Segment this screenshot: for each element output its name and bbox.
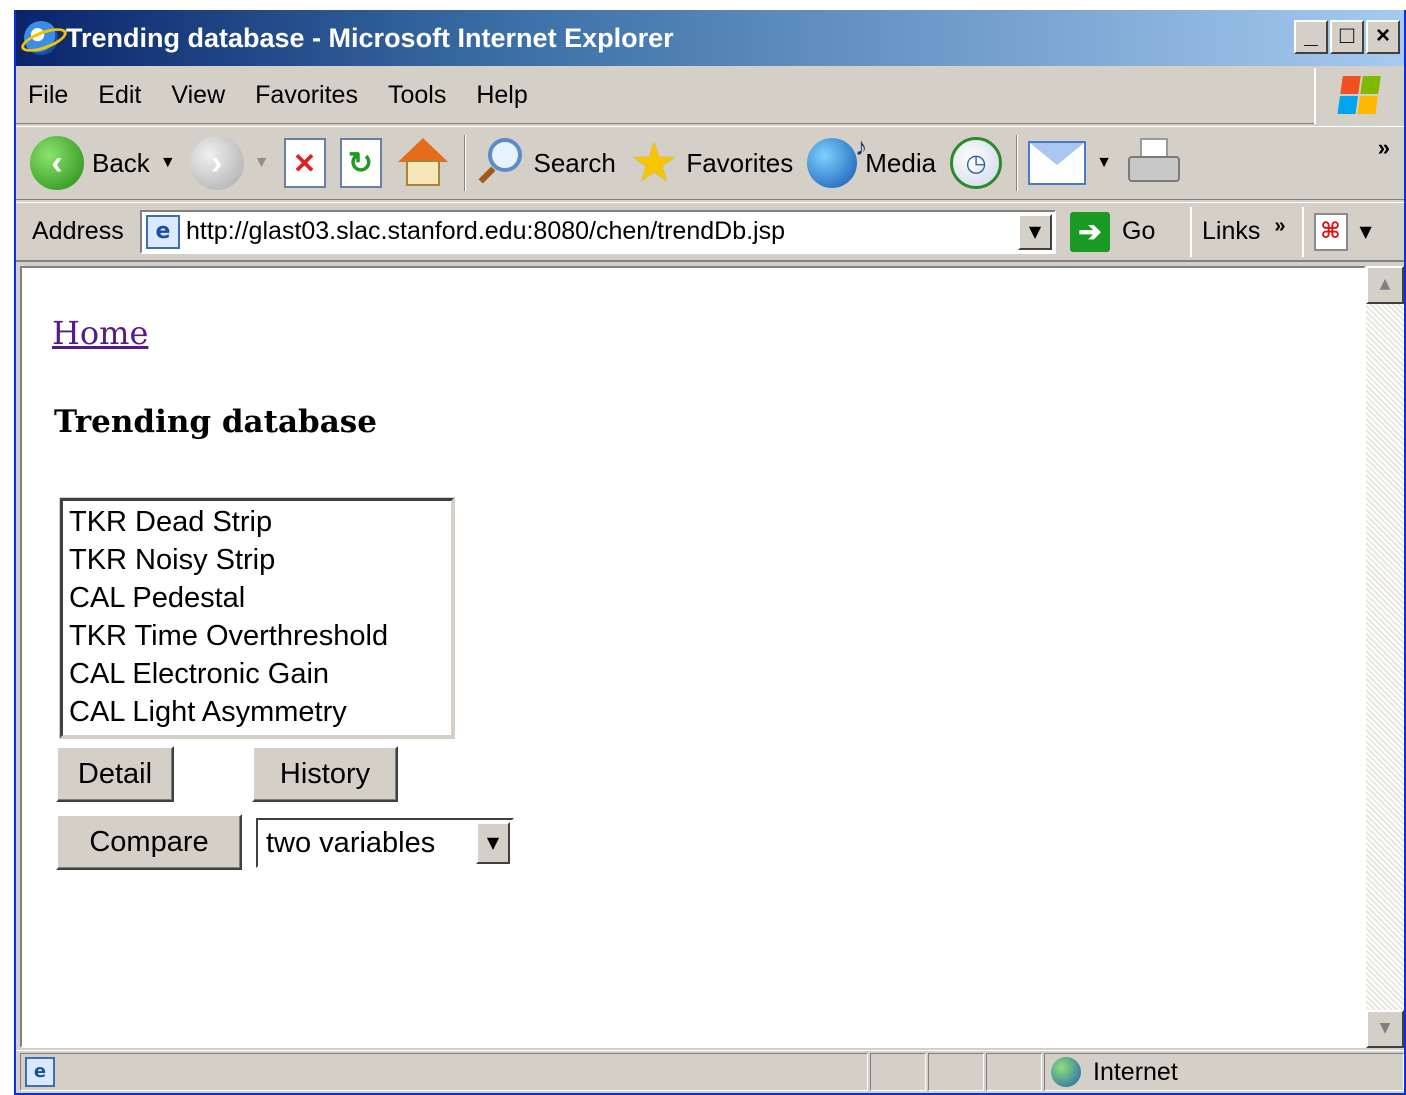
pdf-dropdown-icon[interactable]: ▼ xyxy=(1360,222,1372,241)
address-dropdown-icon[interactable]: ▼ xyxy=(1018,213,1052,250)
list-option[interactable]: CAL Pedestal xyxy=(69,579,445,617)
go-label: Go xyxy=(1122,217,1156,245)
compare-mode-value: two variables xyxy=(266,826,436,859)
page-title: Trending database xyxy=(54,404,377,440)
links-more-chevron-icon[interactable]: » xyxy=(1274,215,1285,238)
back-dropdown-icon[interactable]: ▼ xyxy=(160,154,176,172)
menu-edit[interactable]: Edit xyxy=(86,81,159,110)
list-option[interactable]: TKR Noisy Strip xyxy=(69,541,445,579)
pdf-toolbar-button[interactable]: ⌘ ▼ xyxy=(1301,206,1372,257)
page-content: Home Trending database TKR Dead Strip TK… xyxy=(20,266,1366,1048)
media-button[interactable]: Media xyxy=(807,134,937,188)
print-button[interactable] xyxy=(1126,138,1182,188)
refresh-button[interactable]: ↻ xyxy=(339,138,382,188)
close-button[interactable]: × xyxy=(1366,20,1400,54)
history-button[interactable]: History xyxy=(252,746,398,802)
address-bar: Address e ▼ ➔ Go Links » ⌘ ▼ xyxy=(16,202,1404,262)
list-option[interactable]: CAL Light Asymmetry xyxy=(69,693,445,731)
window-title: Trending database - Microsoft Internet E… xyxy=(66,22,674,53)
menu-help[interactable]: Help xyxy=(464,81,545,110)
media-label: Media xyxy=(865,147,937,178)
menu-tools[interactable]: Tools xyxy=(376,81,464,110)
title-bar: Trending database - Microsoft Internet E… xyxy=(16,10,1404,66)
minimize-button[interactable]: _ xyxy=(1294,20,1328,54)
list-option[interactable]: TKR Time Overthreshold xyxy=(69,617,445,655)
mail-icon xyxy=(1028,141,1087,185)
stop-button[interactable]: ✕ xyxy=(283,138,326,188)
variable-listbox[interactable]: TKR Dead Strip TKR Noisy Strip CAL Pedes… xyxy=(60,498,454,738)
media-icon xyxy=(807,134,867,188)
forward-button[interactable]: › ▼ xyxy=(189,136,270,190)
home-icon xyxy=(396,136,450,190)
back-label: Back xyxy=(92,147,150,178)
home-button[interactable] xyxy=(396,136,450,190)
history-clock-icon: ◷ xyxy=(950,137,1003,189)
security-zone: Internet xyxy=(1044,1053,1404,1091)
page-status-icon: e xyxy=(25,1057,55,1087)
search-label: Search xyxy=(533,147,616,178)
internet-globe-icon xyxy=(1051,1057,1081,1087)
go-arrow-icon: ➔ xyxy=(1070,211,1110,252)
toolbar-separator xyxy=(1016,135,1019,191)
browser-window: Trending database - Microsoft Internet E… xyxy=(14,10,1406,1095)
stop-icon: ✕ xyxy=(283,138,326,188)
vertical-scrollbar[interactable]: ▲ ▼ xyxy=(1366,266,1404,1048)
links-toolbar[interactable]: Links » xyxy=(1190,206,1286,257)
status-cell xyxy=(928,1053,984,1091)
menu-file[interactable]: File xyxy=(16,81,86,110)
address-input[interactable] xyxy=(186,217,1006,246)
refresh-icon: ↻ xyxy=(339,138,382,188)
menu-view[interactable]: View xyxy=(159,81,243,110)
status-cell xyxy=(986,1053,1042,1091)
toolbar-more-chevron-icon[interactable]: » xyxy=(1378,135,1390,161)
back-arrow-icon: ‹ xyxy=(30,136,84,190)
toolbar-separator xyxy=(463,135,466,191)
page-icon: e xyxy=(146,214,180,249)
forward-dropdown-icon[interactable]: ▼ xyxy=(254,154,270,172)
search-icon xyxy=(476,138,526,188)
favorites-label: Favorites xyxy=(686,147,794,178)
go-button[interactable]: ➔ Go xyxy=(1070,211,1190,252)
maximize-button[interactable]: □ xyxy=(1330,20,1364,54)
favorites-button[interactable]: ★ Favorites xyxy=(630,136,793,190)
status-text-area: e xyxy=(20,1053,868,1091)
status-cell xyxy=(870,1053,926,1091)
history-toolbar-button[interactable]: ◷ xyxy=(950,137,1003,189)
printer-icon xyxy=(1126,138,1182,188)
home-link[interactable]: Home xyxy=(52,314,148,352)
links-label: Links xyxy=(1202,217,1261,245)
scroll-up-icon[interactable]: ▲ xyxy=(1366,266,1404,304)
address-field[interactable]: e ▼ xyxy=(140,209,1056,254)
mail-dropdown-icon[interactable]: ▼ xyxy=(1096,154,1112,172)
scroll-down-icon[interactable]: ▼ xyxy=(1366,1010,1404,1048)
standard-toolbar: ‹ Back ▼ › ▼ ✕ ↻ Search ★ Favorites Medi… xyxy=(16,126,1404,200)
back-button[interactable]: ‹ Back ▼ xyxy=(30,136,176,190)
ie-logo-icon xyxy=(24,21,58,55)
detail-button[interactable]: Detail xyxy=(56,746,174,802)
windows-flag-icon xyxy=(1314,68,1404,124)
pdf-icon: ⌘ xyxy=(1313,212,1348,251)
mail-button[interactable]: ▼ xyxy=(1028,141,1112,185)
forward-arrow-icon: › xyxy=(189,136,244,190)
window-controls: _ □ × xyxy=(1294,20,1400,54)
search-button[interactable]: Search xyxy=(476,138,616,188)
status-bar: e Internet xyxy=(16,1050,1404,1093)
favorites-star-icon: ★ xyxy=(629,133,679,193)
compare-mode-select[interactable]: two variables ▼ xyxy=(256,818,514,868)
chevron-down-icon[interactable]: ▼ xyxy=(476,822,510,864)
menu-favorites[interactable]: Favorites xyxy=(243,81,376,110)
zone-label: Internet xyxy=(1093,1057,1178,1086)
list-option[interactable]: CAL Electronic Gain xyxy=(69,655,445,693)
address-label: Address xyxy=(32,217,124,245)
menu-bar: File Edit View Favorites Tools Help xyxy=(16,68,1404,124)
list-option[interactable]: TKR Dead Strip xyxy=(69,503,445,541)
compare-button[interactable]: Compare xyxy=(56,814,242,870)
